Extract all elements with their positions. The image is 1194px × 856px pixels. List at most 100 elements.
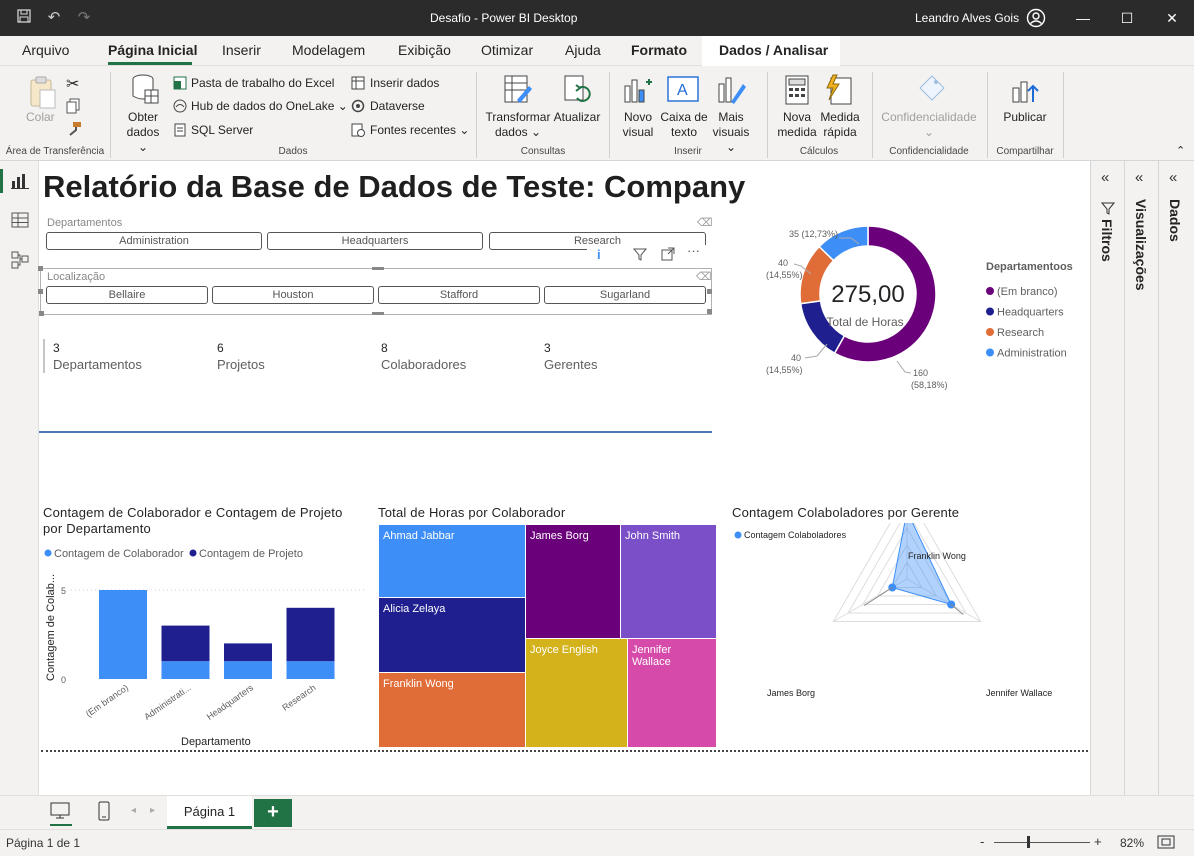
menu-exibicao[interactable]: Exibição	[398, 42, 451, 58]
bar[interactable]	[224, 643, 272, 662]
menu-otimizar[interactable]: Otimizar	[481, 42, 533, 58]
treemap-tile-james-borg[interactable]: James Borg	[525, 524, 621, 639]
resize-handle[interactable]	[707, 289, 712, 294]
recent-sources-button[interactable]: Fontes recentes ⌄	[370, 123, 469, 138]
treemap-tile-alicia-zelaya[interactable]: Alicia Zelaya	[378, 597, 526, 673]
textbox-button[interactable]: Caixa de texto	[660, 110, 708, 140]
slicer-item-bellaire[interactable]: Bellaire	[46, 286, 208, 304]
menu-dados-analisar[interactable]: Dados / Analisar	[719, 42, 828, 58]
more-options-icon[interactable]: ···	[687, 243, 700, 258]
report-view-icon[interactable]	[11, 173, 29, 194]
slicer-item-sugarland[interactable]: Sugarland	[544, 286, 706, 304]
slicer-item-houston[interactable]: Houston	[212, 286, 374, 304]
save-icon[interactable]	[14, 8, 34, 28]
sql-server-button[interactable]: SQL Server	[191, 123, 253, 138]
menu-pagina-inicial[interactable]: Página Inicial	[108, 42, 197, 58]
zoom-out-button[interactable]: -	[980, 834, 984, 849]
zoom-in-button[interactable]: +	[1094, 834, 1102, 849]
bar-chart[interactable]: Contagem de Colaborador Contagem de Proj…	[39, 543, 369, 749]
model-view-icon[interactable]	[11, 251, 29, 274]
cut-icon[interactable]: ✂	[66, 74, 79, 94]
prev-page-icon[interactable]: ◂	[131, 805, 136, 816]
menu-formato[interactable]: Formato	[631, 42, 687, 58]
info-icon[interactable]: i	[597, 247, 601, 262]
enter-data-button[interactable]: Inserir dados	[370, 76, 439, 91]
filter-icon[interactable]	[632, 247, 648, 266]
radar-legend-item: Contagem Colaboladores	[744, 530, 847, 540]
mobile-layout-icon[interactable]	[98, 801, 110, 826]
tab-pagina-1[interactable]: Página 1	[167, 796, 252, 829]
new-measure-button[interactable]: Nova medida	[775, 110, 819, 140]
excel-button[interactable]: Pasta de trabalho do Excel	[191, 76, 334, 91]
resize-handle[interactable]	[707, 309, 712, 314]
menu-ajuda[interactable]: Ajuda	[565, 42, 601, 58]
legend-marker	[986, 307, 994, 316]
collapse-ribbon-icon[interactable]: ⌃	[1176, 144, 1185, 159]
bar[interactable]	[224, 661, 272, 679]
resize-handle[interactable]	[38, 266, 43, 271]
resize-handle[interactable]	[372, 312, 384, 315]
radar-point[interactable]	[888, 583, 897, 592]
clear-selection-icon[interactable]: ⌫	[697, 216, 713, 229]
fit-to-page-icon[interactable]	[1157, 835, 1175, 854]
menu-modelagem[interactable]: Modelagem	[292, 42, 365, 58]
clear-selection-icon[interactable]: ⌫	[696, 270, 712, 283]
resize-handle[interactable]	[372, 267, 384, 270]
focus-mode-icon[interactable]	[661, 247, 675, 266]
treemap-tile-joyce-english[interactable]: Joyce English	[525, 638, 628, 748]
redo-icon[interactable]: ↷	[74, 8, 94, 28]
donut-legend-item[interactable]: Research	[997, 327, 1044, 339]
undo-icon[interactable]: ↶	[44, 8, 64, 28]
resize-handle[interactable]	[38, 289, 43, 294]
onelake-button[interactable]: Hub de dados do OneLake ⌄	[191, 99, 348, 114]
bar[interactable]	[286, 661, 335, 679]
publish-button[interactable]: Publicar	[998, 110, 1052, 125]
bar[interactable]	[161, 625, 210, 662]
page-boundary-line	[41, 750, 1088, 752]
donut-chart[interactable]: 275,00 Total de Horas 35 (12,73%) 40 (14…	[739, 216, 1079, 406]
user-avatar-icon[interactable]	[1026, 8, 1046, 28]
expand-visualizations-icon[interactable]: «	[1135, 169, 1143, 186]
treemap-tile-ahmad-jabbar[interactable]: Ahmad Jabbar	[378, 524, 526, 598]
paste-button[interactable]: Colar	[26, 110, 55, 125]
maximize-button[interactable]: ☐	[1112, 6, 1142, 30]
zoom-slider-thumb[interactable]	[1027, 836, 1030, 848]
slicer-item-headquarters[interactable]: Headquarters	[267, 232, 483, 250]
donut-legend-item[interactable]: Administration	[997, 348, 1067, 360]
treemap[interactable]: Ahmad Jabbar James Borg John Smith Alici…	[378, 524, 717, 748]
filters-pane[interactable]: « Filtros	[1091, 161, 1125, 795]
expand-data-icon[interactable]: «	[1169, 169, 1177, 186]
treemap-tile-john-smith[interactable]: John Smith	[620, 524, 717, 639]
refresh-button[interactable]: Atualizar	[552, 110, 602, 125]
transform-data-button[interactable]: Transformar dados ⌄	[485, 110, 551, 140]
slicer-item-stafford[interactable]: Stafford	[378, 286, 540, 304]
new-visual-button[interactable]: Novo visual	[618, 110, 658, 140]
visualizations-pane[interactable]: « Visualizações	[1125, 161, 1159, 795]
bar[interactable]	[286, 607, 335, 662]
bar[interactable]	[99, 590, 147, 679]
copy-icon[interactable]	[66, 98, 82, 119]
menu-arquivo[interactable]: Arquivo	[22, 42, 69, 58]
add-page-button[interactable]: +	[254, 799, 292, 827]
radar-chart[interactable]: Contagem Colaboladores Franklin Wong Jen…	[729, 523, 1079, 749]
treemap-tile-jennifer-wallace[interactable]: Jennifer Wallace	[627, 638, 717, 748]
zoom-slider-track[interactable]	[994, 842, 1090, 843]
slicer-item-administration[interactable]: Administration	[46, 232, 262, 250]
next-page-icon[interactable]: ▸	[150, 805, 155, 816]
dataverse-button[interactable]: Dataverse	[370, 99, 425, 114]
menu-inserir[interactable]: Inserir	[222, 42, 261, 58]
quick-measure-button[interactable]: Medida rápida	[818, 110, 862, 140]
donut-legend-item[interactable]: (Em branco)	[997, 286, 1058, 298]
desktop-layout-icon[interactable]	[50, 802, 70, 825]
close-button[interactable]: ✕	[1157, 6, 1187, 30]
donut-legend-item[interactable]: Headquarters	[997, 307, 1064, 319]
sensitivity-button[interactable]: Confidencialidade ⌄	[876, 110, 982, 140]
treemap-tile-franklin-wong[interactable]: Franklin Wong	[378, 672, 526, 748]
expand-filters-icon[interactable]: «	[1101, 169, 1109, 186]
table-view-icon[interactable]	[11, 212, 29, 233]
format-painter-icon[interactable]	[66, 121, 82, 142]
minimize-button[interactable]: —	[1068, 6, 1098, 30]
data-pane[interactable]: « Dados	[1159, 161, 1193, 795]
resize-handle[interactable]	[39, 311, 44, 316]
bar[interactable]	[161, 661, 210, 679]
